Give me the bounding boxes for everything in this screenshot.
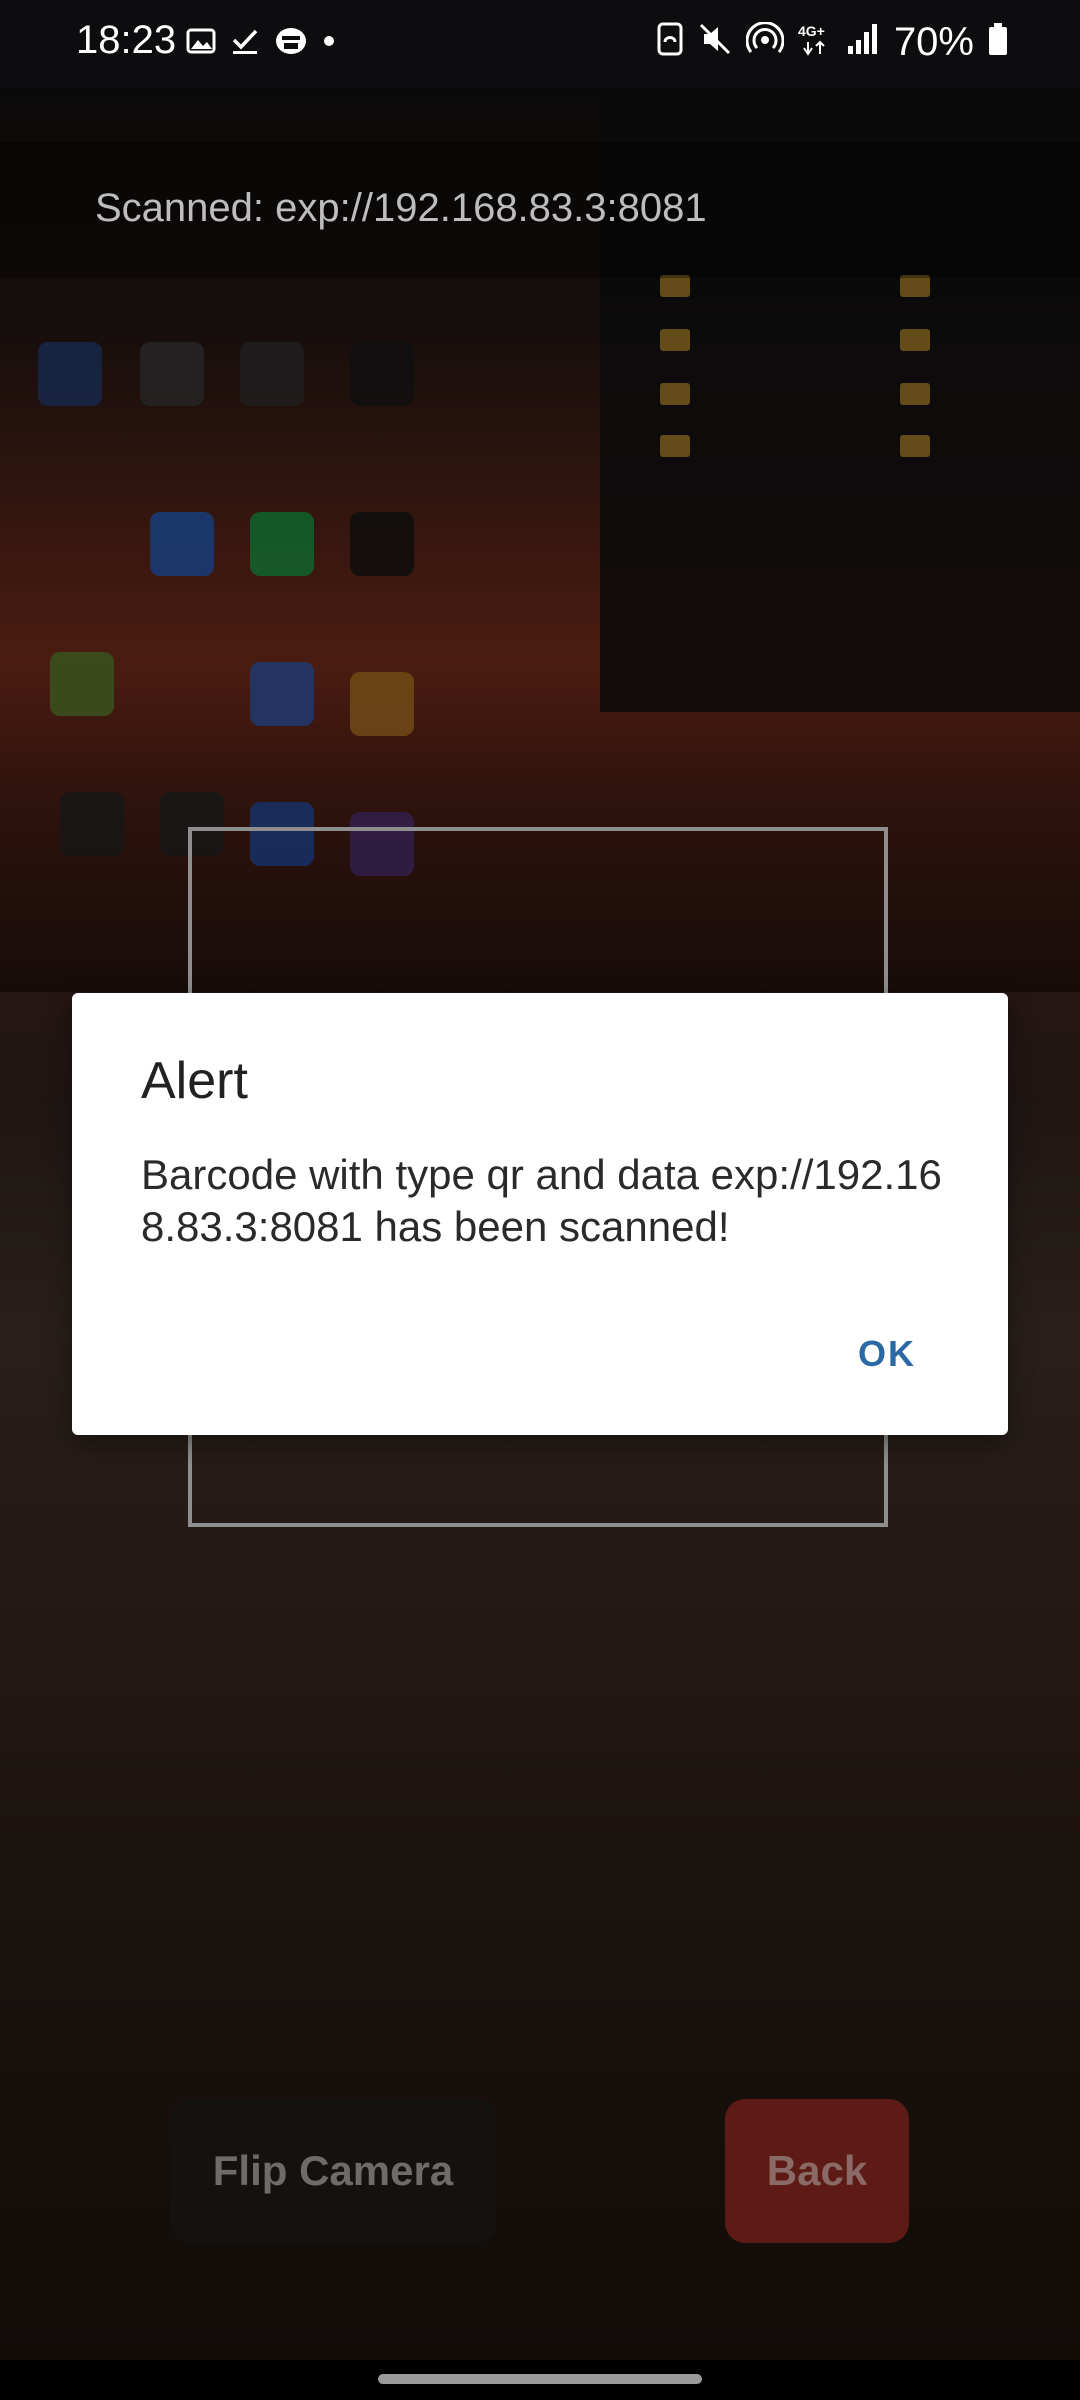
- dialog-message: Barcode with type qr and data exp://192.…: [141, 1151, 942, 1250]
- svg-text:4G+: 4G+: [798, 23, 825, 39]
- flip-camera-button[interactable]: Flip Camera: [170, 2099, 496, 2243]
- printer-icon: [274, 26, 308, 64]
- status-bar: 18:23 4G+ 70%: [0, 0, 1080, 88]
- ok-button[interactable]: OK: [858, 1333, 916, 1375]
- battery-percent: 70%: [893, 20, 974, 64]
- check-download-icon: [230, 26, 260, 64]
- scanned-result-text: Scanned: exp://192.168.83.3:8081: [95, 186, 707, 230]
- back-button[interactable]: Back: [725, 2099, 909, 2243]
- alert-dialog: Alert Barcode with type qr and data exp:…: [72, 993, 1008, 1435]
- battery-icon: [988, 22, 1008, 64]
- dot-icon: [322, 26, 336, 64]
- signal-icon: [846, 22, 880, 64]
- home-gesture-handle[interactable]: [378, 2374, 702, 2384]
- hotspot-icon: [745, 20, 785, 64]
- mute-icon: [698, 22, 732, 64]
- image-icon: [186, 26, 216, 64]
- dialog-title: Alert: [141, 1052, 248, 1110]
- nfc-icon: [656, 22, 684, 64]
- 4g-icon: 4G+: [798, 22, 832, 64]
- status-time: 18:23: [76, 18, 177, 62]
